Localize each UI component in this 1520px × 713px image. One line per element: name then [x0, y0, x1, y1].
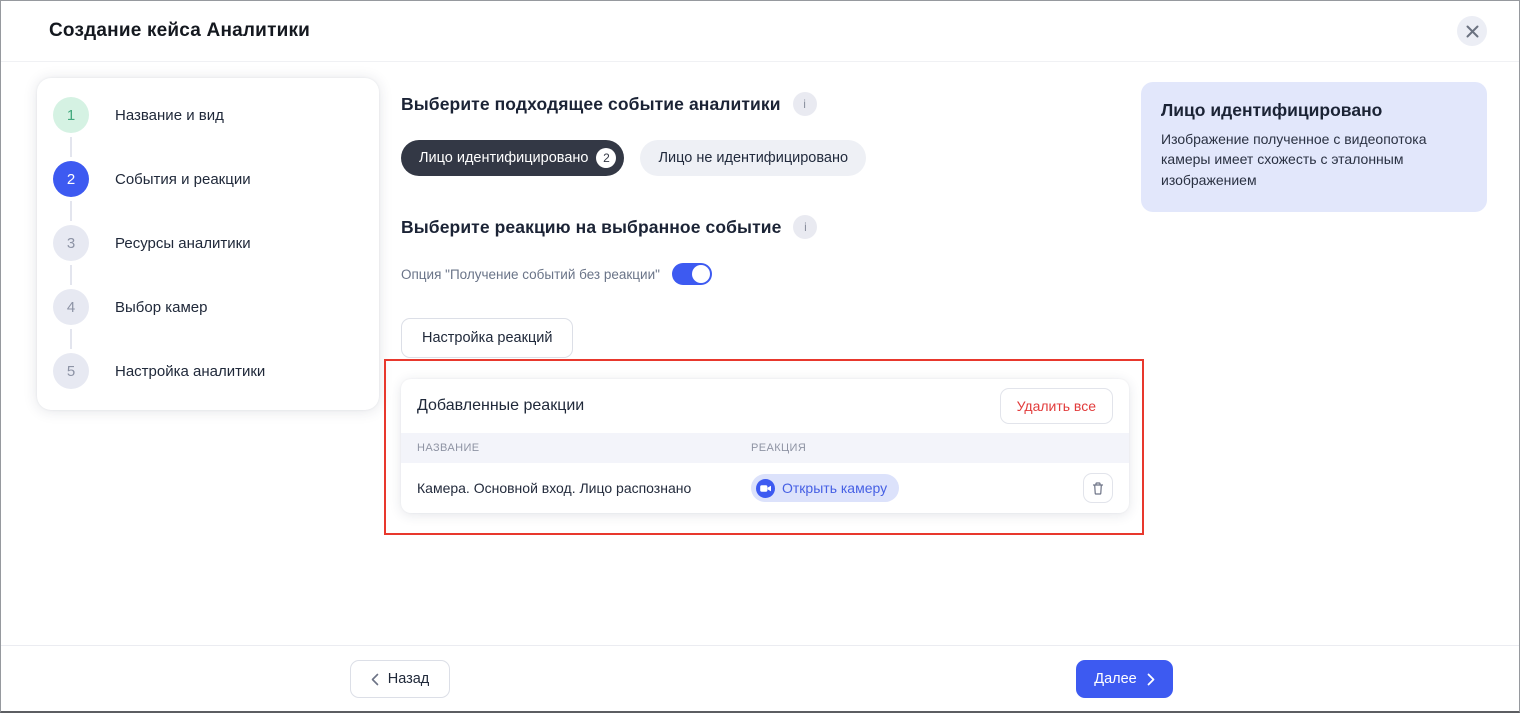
event-info-description: Изображение полученное с видеопотока кам…: [1161, 129, 1451, 190]
reaction-section-title: Выберите реакцию на выбранное событие: [401, 217, 781, 238]
step-connector-line: [70, 329, 72, 349]
no-reaction-option-row: Опция "Получение событий без реакции": [401, 263, 1146, 285]
toggle-label: Опция "Получение событий без реакции": [401, 267, 660, 282]
step-number-badge: 5: [53, 353, 89, 389]
delete-row-button[interactable]: [1083, 473, 1113, 503]
wizard-stepper: 1 Название и вид 2 События и реакции 3 Р…: [37, 78, 379, 410]
step-label: Выбор камер: [115, 299, 207, 316]
modal-body: 1 Название и вид 2 События и реакции 3 Р…: [1, 62, 1519, 645]
page-title: Создание кейса Аналитики: [49, 20, 310, 42]
step-label: Название и вид: [115, 107, 224, 124]
stepper-step-events-and-reactions[interactable]: 2 События и реакции: [53, 161, 363, 197]
step-label: События и реакции: [115, 171, 251, 188]
event-section-title: Выберите подходящее событие аналитики: [401, 94, 781, 115]
chip-count-badge: 2: [596, 148, 616, 168]
main-column: Выберите подходящее событие аналитики i …: [401, 92, 1146, 358]
reactions-table-header: НАЗВАНИЕ РЕАКЦИЯ: [401, 433, 1129, 463]
chip-label: Лицо не идентифицировано: [658, 150, 848, 166]
chip-face-not-identified[interactable]: Лицо не идентифицировано: [640, 140, 866, 176]
added-reactions-title: Добавленные реакции: [417, 397, 584, 415]
next-button-label: Далее: [1094, 671, 1136, 687]
chip-label: Лицо идентифицировано: [419, 150, 588, 166]
step-connector-line: [70, 137, 72, 157]
added-reactions-header: Добавленные реакции Удалить все: [401, 379, 1129, 433]
reaction-pill-label: Открыть камеру: [782, 480, 887, 496]
no-reaction-toggle[interactable]: [672, 263, 712, 285]
next-button[interactable]: Далее: [1076, 660, 1173, 698]
step-connector-line: [70, 265, 72, 285]
stepper-step-camera-selection[interactable]: 4 Выбор камер: [53, 289, 363, 325]
event-section-header: Выберите подходящее событие аналитики i: [401, 92, 1146, 116]
reaction-row-name: Камера. Основной вход. Лицо распознано: [417, 480, 751, 496]
back-button[interactable]: Назад: [350, 660, 450, 698]
column-header-name: НАЗВАНИЕ: [417, 442, 751, 454]
step-number-badge: 4: [53, 289, 89, 325]
table-row: Камера. Основной вход. Лицо распознано О…: [401, 463, 1129, 513]
reaction-pill-open-camera[interactable]: Открыть камеру: [751, 474, 899, 502]
event-info-title: Лицо идентифицировано: [1161, 100, 1467, 121]
info-icon[interactable]: i: [793, 92, 817, 116]
step-number-badge: 1: [53, 97, 89, 133]
column-header-reaction: РЕАКЦИЯ: [751, 442, 1053, 454]
delete-all-button[interactable]: Удалить все: [1000, 388, 1113, 424]
step-label: Ресурсы аналитики: [115, 235, 251, 252]
step-number-badge: 2: [53, 161, 89, 197]
close-icon: [1466, 25, 1479, 38]
event-info-panel: Лицо идентифицировано Изображение получе…: [1141, 82, 1487, 212]
camera-icon: [756, 479, 775, 498]
configure-reactions-button[interactable]: Настройка реакций: [401, 318, 573, 358]
event-chips: Лицо идентифицировано 2 Лицо не идентифи…: [401, 140, 1146, 176]
trash-icon: [1091, 481, 1105, 496]
reaction-section-header: Выберите реакцию на выбранное событие i: [401, 215, 1146, 239]
chevron-left-icon: [371, 673, 379, 686]
step-label: Настройка аналитики: [115, 363, 265, 380]
close-button[interactable]: [1457, 16, 1487, 46]
stepper-step-name-and-type[interactable]: 1 Название и вид: [53, 97, 363, 133]
step-number-badge: 3: [53, 225, 89, 261]
back-button-label: Назад: [388, 671, 430, 687]
chevron-right-icon: [1147, 673, 1155, 686]
toggle-knob: [692, 265, 710, 283]
info-icon[interactable]: i: [793, 215, 817, 239]
modal-footer: Назад Далее: [1, 645, 1519, 711]
chip-face-identified[interactable]: Лицо идентифицировано 2: [401, 140, 624, 176]
stepper-step-analytics-settings[interactable]: 5 Настройка аналитики: [53, 353, 363, 389]
stepper-step-analytics-resources[interactable]: 3 Ресурсы аналитики: [53, 225, 363, 261]
modal-create-analytics-case: Создание кейса Аналитики 1 Название и ви…: [0, 0, 1520, 713]
step-connector-line: [70, 201, 72, 221]
added-reactions-card: Добавленные реакции Удалить все НАЗВАНИЕ…: [401, 379, 1129, 513]
modal-header: Создание кейса Аналитики: [1, 1, 1519, 62]
